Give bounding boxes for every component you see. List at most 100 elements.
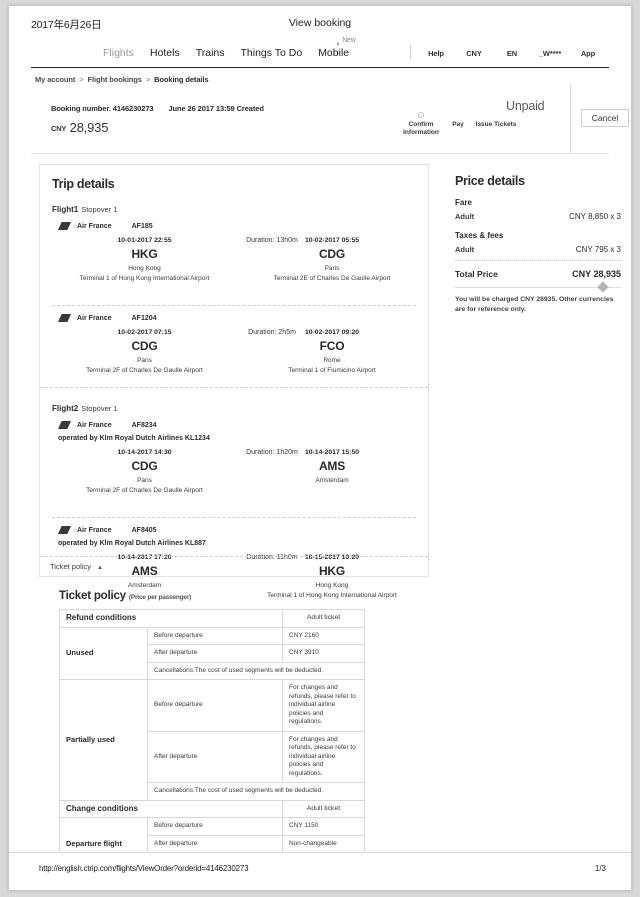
fare-section: Fare Adult CNY 8,850 x 3	[455, 198, 621, 221]
refund-adult-ticket-header: Adult ticket	[282, 609, 365, 628]
nav-item-things-to-do[interactable]: Things To Do	[241, 47, 303, 59]
booking-number-label: Booking number.	[51, 104, 111, 113]
price-details-title: Price details	[455, 174, 525, 188]
booking-meta: Booking number. 4146230273 June 26 2017 …	[51, 104, 264, 113]
segment-2-2-airline: Air France	[77, 526, 112, 534]
segment-1-2-arr-code: FCO	[319, 339, 345, 353]
fare-row: Adult CNY 8,850 x 3	[455, 212, 621, 221]
status-badge: Unpaid	[506, 99, 545, 113]
taxes-row: Adult CNY 795 x 3	[455, 245, 621, 254]
departure-flight-after-value: Non-changeable	[282, 834, 365, 853]
segment-1-1-dep-time: 10-01-2017 22:55	[117, 237, 172, 244]
segment-2-1-departure: 10-14-2017 14:30 CDG Paris Terminal 2F o…	[62, 449, 227, 494]
cancel-button[interactable]: Cancel	[581, 109, 629, 127]
nav-item-help[interactable]: Help	[417, 49, 455, 58]
footer-url: http://english.ctrip.com/flights/ViewOrd…	[39, 864, 249, 873]
breadcrumb-my-account[interactable]: My account	[35, 75, 75, 84]
segment-1-2-arr-time: 10-02-2017 09:20	[304, 329, 360, 336]
air-france-logo-icon	[58, 222, 71, 230]
segment-2-2-dep-city: Amsterdam	[127, 582, 162, 589]
new-badge: New	[337, 37, 356, 46]
print-header: 2017年6月26日 View booking	[9, 6, 631, 34]
table-row: Departure flight Before departure CNY 11…	[59, 817, 365, 871]
ticket-policy-toggle-label: Ticket policy	[50, 562, 91, 571]
departure-flight-before-label: Before departure	[147, 817, 283, 836]
segment-2-1-dep-time: 10-14-2017 14:30	[117, 449, 172, 456]
nav-item-trains[interactable]: Trains	[196, 47, 225, 59]
segment-1-2-arr-city: Rome	[323, 357, 341, 364]
air-france-logo-icon	[58, 421, 71, 429]
segment-1-1-arr-code: CDG	[318, 247, 346, 261]
breadcrumb-separator-2: >	[145, 75, 151, 84]
total-price-label: Total Price	[455, 269, 498, 279]
fare-passenger-label: Adult	[455, 212, 475, 221]
segment-1-1-arr-city: Paris	[324, 265, 340, 272]
booking-created-date: June 26 2017 13:59 Created	[168, 104, 264, 113]
segment-2-2-operated-by: operated by Klm Royal Dutch Airlines KL8…	[58, 540, 206, 547]
chevron-up-icon: ▲	[97, 565, 104, 571]
nav-item-app[interactable]: App	[569, 49, 607, 58]
segment-2-2-flight-number: AF8405	[131, 526, 157, 534]
diamond-marker-icon	[597, 281, 609, 293]
departure-flight-after-label: After departure	[147, 834, 283, 853]
segment-1-1-dep-code: HKG	[131, 247, 158, 261]
nav-item-language[interactable]: EN	[493, 49, 531, 58]
price-details-card: Price details Fare Adult CNY 8,850 x 3 T…	[445, 164, 631, 313]
segment-2-2-arr-terminal: Terminal 1 of Hong Kong International Ai…	[267, 592, 397, 599]
nav-item-hotels[interactable]: Hotels	[150, 47, 180, 59]
segment-1-1-flight-number: AF185	[131, 222, 153, 230]
nav-item-currency[interactable]: CNY	[455, 49, 493, 58]
segment-1-1: Air France AF185 10-01-2017 22:55 HKG Ho…	[52, 214, 416, 295]
print-footer: http://english.ctrip.com/flights/ViewOrd…	[9, 852, 631, 890]
unused-after-value: CNY 3910	[282, 644, 365, 663]
booking-currency: CNY	[51, 124, 67, 133]
segment-2-1-airline: Air France	[77, 421, 112, 429]
flight-1-label: Flight1	[52, 205, 79, 214]
nav-primary-items: Flights Hotels Trains Things To Do Mobil…	[103, 37, 356, 59]
unused-before-value: CNY 2160	[282, 626, 365, 645]
breadcrumb-current: Booking details	[154, 75, 209, 84]
segment-2-1-dep-code: CDG	[131, 459, 158, 473]
footer-page-number: 1/3	[594, 864, 606, 873]
segment-2-1-times: 10-14-2017 14:30 CDG Paris Terminal 2F o…	[52, 449, 416, 507]
nav-item-flights[interactable]: Flights	[103, 47, 134, 59]
segment-2-2-arr-city: Hong Kong	[315, 582, 349, 589]
segment-1-2-times: 10-02-2017 07:15 CDG Paris Terminal 2F o…	[52, 329, 416, 387]
flight-2-label: Flight2	[52, 404, 79, 413]
flight-2-stopover: Stopover 1	[81, 404, 118, 413]
step-confirm-information: Confirm Information	[403, 121, 439, 136]
taxes-passenger-label: Adult	[455, 245, 475, 254]
nav-item-user[interactable]: _W****	[531, 49, 569, 58]
taxes-value: CNY 795 x 3	[575, 245, 621, 254]
booking-summary-bar: Booking number. 4146230273 June 26 2017 …	[31, 84, 629, 154]
segment-2-1-arrival: 10-14-2017 15:50 AMS Amsterdam	[247, 449, 417, 487]
ticket-policy-toggle[interactable]: Ticket policy ▲	[40, 556, 428, 576]
segment-1-1-dep-terminal: Terminal 1 of Hong Kong International Ai…	[79, 275, 210, 282]
breadcrumb: My account > Flight bookings > Booking d…	[35, 75, 609, 84]
segment-1-2-arr-terminal: Terminal 1 of Fiumicino Airport	[288, 367, 376, 374]
partially-used-note: Cancellations:The cost of used segments …	[147, 782, 365, 801]
segment-1-1-arrival: 10-02-2017 05:55 CDG Paris Terminal 2E o…	[247, 237, 417, 282]
segment-1-2-airline: Air France	[77, 314, 112, 322]
taxes-section: Taxes & fees Adult CNY 795 x 3	[455, 231, 621, 254]
partially-used-before-label: Before departure	[147, 679, 283, 732]
step-issue-tickets: Issue Tickets	[475, 121, 517, 128]
unused-before-label: Before departure	[147, 626, 283, 645]
page-title: Trip details	[52, 177, 115, 191]
partially-used-after-value: For changes and refunds, please refer to…	[282, 730, 365, 783]
change-conditions-header: Change conditions	[59, 799, 283, 818]
trip-details-card: Trip details Flight1 Stopover 1 Air Franc…	[39, 164, 429, 599]
segment-2-1-dep-terminal: Terminal 2F of Charles De Gaulle Airport	[86, 487, 203, 494]
booking-summary-left: Booking number. 4146230273 June 26 2017 …	[51, 104, 264, 135]
nav-item-mobile[interactable]: Mobile New	[318, 37, 356, 59]
flight-1-stopover: Stopover 1	[81, 205, 118, 214]
segment-2-1-arr-time: 10-14-2017 15:50	[304, 449, 360, 456]
unused-after-label: After departure	[147, 644, 283, 663]
price-note: You will be charged CNY 28935. Other cur…	[455, 296, 614, 313]
breadcrumb-flight-bookings[interactable]: Flight bookings	[88, 75, 142, 84]
segment-1-2-dep-time: 10-02-2017 07:15	[117, 329, 172, 336]
table-row-refund-header: Refund conditions Adult ticket	[59, 609, 365, 628]
segment-1-1-departure: 10-01-2017 22:55 HKG Hong Kong Terminal …	[62, 237, 227, 282]
segment-1-1-times: 10-01-2017 22:55 HKG Hong Kong Terminal …	[52, 237, 416, 295]
air-france-logo-icon	[58, 526, 71, 534]
